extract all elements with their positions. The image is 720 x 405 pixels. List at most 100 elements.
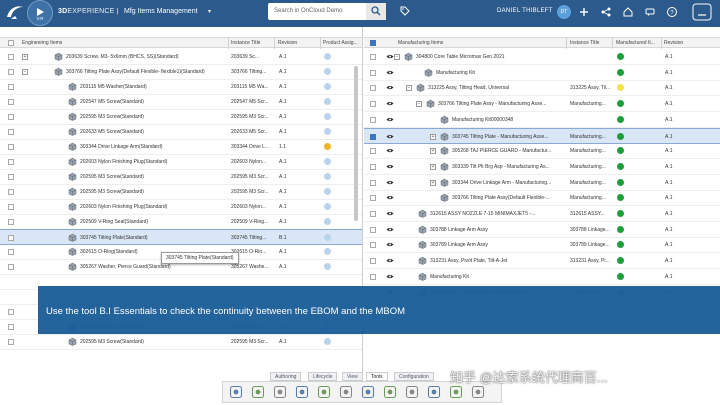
row-checkbox[interactable] bbox=[370, 163, 376, 170]
share-icon[interactable] bbox=[600, 6, 612, 18]
sync-icon[interactable] bbox=[229, 385, 243, 399]
row-checkbox[interactable] bbox=[370, 258, 376, 265]
visibility-eye-icon[interactable] bbox=[386, 101, 394, 106]
row-checkbox[interactable] bbox=[8, 84, 14, 90]
expand-toggle[interactable]: + bbox=[430, 179, 436, 186]
structure-icon[interactable] bbox=[383, 385, 397, 399]
visibility-eye-icon[interactable] bbox=[386, 180, 394, 185]
table-row[interactable]: 202595 M3 Screw(Standard) 202595 M3 Scr..… bbox=[0, 109, 362, 125]
link-icon[interactable] bbox=[295, 385, 309, 399]
avatar[interactable]: DT bbox=[557, 5, 571, 19]
row-checkbox[interactable] bbox=[8, 189, 14, 195]
table-row[interactable]: 202509 V-Ring Seal(Standard) 202509 V-Rin… bbox=[0, 214, 362, 230]
visibility-eye-icon[interactable] bbox=[386, 70, 394, 75]
row-checkbox[interactable] bbox=[8, 54, 14, 60]
row-checkbox[interactable] bbox=[370, 226, 376, 233]
visibility-eye-icon[interactable] bbox=[386, 164, 394, 169]
help-icon[interactable]: ? bbox=[666, 6, 678, 18]
funnel-icon[interactable] bbox=[471, 385, 485, 399]
search-button[interactable] bbox=[366, 3, 386, 20]
row-checkbox[interactable] bbox=[8, 264, 14, 270]
tab-authoring[interactable]: Authoring bbox=[270, 372, 302, 381]
column-header-manufactured-item[interactable]: Manufactured It... bbox=[616, 40, 660, 46]
dropdown-icon[interactable] bbox=[317, 385, 331, 399]
network-icon[interactable] bbox=[449, 385, 463, 399]
table-row[interactable]: 202633 M5 Screw(Standard) 202633 M5 Scr..… bbox=[0, 124, 362, 140]
table-row[interactable]: 202595 M3 Screw(Standard) 202595 M3 Scr..… bbox=[0, 184, 362, 200]
table-row[interactable]: 313231 Assy, Pivot Plate, Tilt-A-Jet 3132… bbox=[364, 253, 720, 270]
tag-icon[interactable] bbox=[400, 6, 410, 16]
collapse-toggle[interactable]: − bbox=[416, 101, 422, 108]
row-checkbox[interactable] bbox=[370, 133, 376, 140]
visibility-eye-icon[interactable] bbox=[386, 227, 394, 232]
tab-lifecycle[interactable]: Lifecycle bbox=[308, 372, 338, 381]
visibility-eye-icon[interactable] bbox=[386, 54, 394, 59]
row-checkbox[interactable] bbox=[370, 148, 376, 155]
table-row[interactable]: +203639 Screw, M3- 5x6mm (BHCS, SS)(Stan… bbox=[0, 49, 362, 65]
visibility-eye-icon[interactable] bbox=[386, 274, 394, 279]
column-header-instance-title[interactable]: Instance Title bbox=[570, 40, 610, 46]
row-checkbox[interactable] bbox=[8, 235, 14, 241]
table-row[interactable]: 303789 Linkage Arm Assy 303789 Linkage...… bbox=[364, 237, 720, 254]
table-row[interactable]: − 304800 Core Table Micromax Gen 2021 A.1 bbox=[364, 49, 720, 65]
collapse-toggle[interactable]: − bbox=[22, 69, 28, 75]
row-checkbox[interactable] bbox=[8, 309, 14, 315]
home-icon[interactable] bbox=[622, 6, 634, 18]
database-icon[interactable] bbox=[251, 385, 265, 399]
column-header-product-assignment[interactable]: Product Assig... bbox=[323, 40, 361, 46]
left-scrollbar[interactable] bbox=[354, 66, 358, 221]
row-checkbox[interactable] bbox=[370, 101, 376, 108]
expand-toggle[interactable]: + bbox=[430, 148, 436, 155]
select-all-checkbox[interactable] bbox=[8, 40, 14, 46]
table-row[interactable]: +305268 TAJ PIERCE GUARD - Manufactur...… bbox=[364, 143, 720, 160]
table-row[interactable]: 203115 M5 Washer(Standard) 203115 M5 Wa..… bbox=[0, 79, 362, 95]
column-header-engineering-items[interactable]: Engineering Items bbox=[22, 40, 222, 46]
row-checkbox[interactable] bbox=[8, 99, 14, 105]
row-checkbox[interactable] bbox=[8, 324, 14, 330]
row-checkbox[interactable] bbox=[370, 69, 376, 76]
table-row[interactable]: +303745 Tilting Plate - Manufacturing As… bbox=[364, 127, 720, 144]
table-row[interactable]: 312615 ASSY NOZZLE 7-15 MINIMAXJET5 -...… bbox=[364, 206, 720, 222]
row-checkbox[interactable] bbox=[370, 179, 376, 186]
refresh-icon[interactable] bbox=[273, 385, 287, 399]
table-row[interactable]: 202547 M5 Screw(Standard) 202547 M5 Scr..… bbox=[0, 94, 362, 110]
filter-icon[interactable] bbox=[361, 385, 375, 399]
row-checkbox[interactable] bbox=[370, 85, 376, 92]
table-row[interactable]: Manufacturing Kit A.1 bbox=[364, 269, 720, 285]
visibility-eye-icon[interactable] bbox=[386, 134, 394, 139]
settings-icon[interactable] bbox=[427, 385, 441, 399]
chevron-down-icon[interactable]: ▾ bbox=[208, 8, 211, 15]
table-row[interactable]: − 313225 Assy, Tilting Head, Universal 313… bbox=[364, 80, 720, 97]
ds-logo-icon[interactable] bbox=[3, 2, 27, 24]
expand-toggle[interactable]: + bbox=[22, 54, 28, 60]
table-row[interactable]: 303745 Tilting Plate(Standard) 303745 Til… bbox=[0, 229, 362, 245]
table-row[interactable]: 303766 Tilting Plate Assy(Default Flexib… bbox=[364, 190, 720, 207]
table-row[interactable]: 303344 Drive Linkage Arm(Standard) 303344… bbox=[0, 139, 362, 155]
table-row[interactable]: Manufacturing Kit A.1 bbox=[364, 65, 720, 81]
table-row[interactable]: +303339 Tilt Plt Brg Asp - Manufacturing… bbox=[364, 159, 720, 175]
visibility-eye-icon[interactable] bbox=[386, 211, 394, 216]
tab-view[interactable]: View bbox=[342, 372, 363, 381]
visibility-eye-icon[interactable] bbox=[386, 242, 394, 247]
row-checkbox[interactable] bbox=[370, 54, 376, 60]
table-row[interactable]: − 303766 Tilting Plate Assy(Default Flexi… bbox=[0, 64, 362, 80]
username[interactable]: DANIEL THIBLEFT bbox=[497, 8, 553, 14]
compass-button[interactable]: V.R bbox=[27, 0, 53, 26]
visibility-eye-icon[interactable] bbox=[386, 195, 394, 200]
collapse-toggle[interactable]: − bbox=[406, 85, 412, 92]
compare-icon[interactable] bbox=[339, 385, 353, 399]
row-checkbox[interactable] bbox=[8, 339, 14, 345]
column-header-revision[interactable]: Revision bbox=[664, 40, 704, 46]
table-row[interactable]: − 303766 Tilting Plate Assy - Manufacturi… bbox=[364, 96, 720, 113]
table-row[interactable]: 202603 Nylon Finishing Plug(Standard) 202… bbox=[0, 199, 362, 215]
row-checkbox[interactable] bbox=[8, 129, 14, 135]
column-header-manufacturing-items[interactable]: Manufacturing Items bbox=[398, 40, 558, 46]
table-row[interactable]: Manufacturing Kit00000348 A.1 bbox=[364, 112, 720, 128]
table-row[interactable]: 202595 M3 Screw(Standard) 202595 M3 Scr..… bbox=[0, 169, 362, 185]
row-checkbox[interactable] bbox=[8, 249, 14, 255]
row-checkbox[interactable] bbox=[8, 69, 14, 75]
visibility-eye-icon[interactable] bbox=[386, 117, 394, 122]
row-checkbox[interactable] bbox=[8, 219, 14, 225]
table-row[interactable]: +303344 Drive Linkage Arm - Manufacturin… bbox=[364, 175, 720, 191]
expand-toggle[interactable]: + bbox=[430, 163, 436, 170]
